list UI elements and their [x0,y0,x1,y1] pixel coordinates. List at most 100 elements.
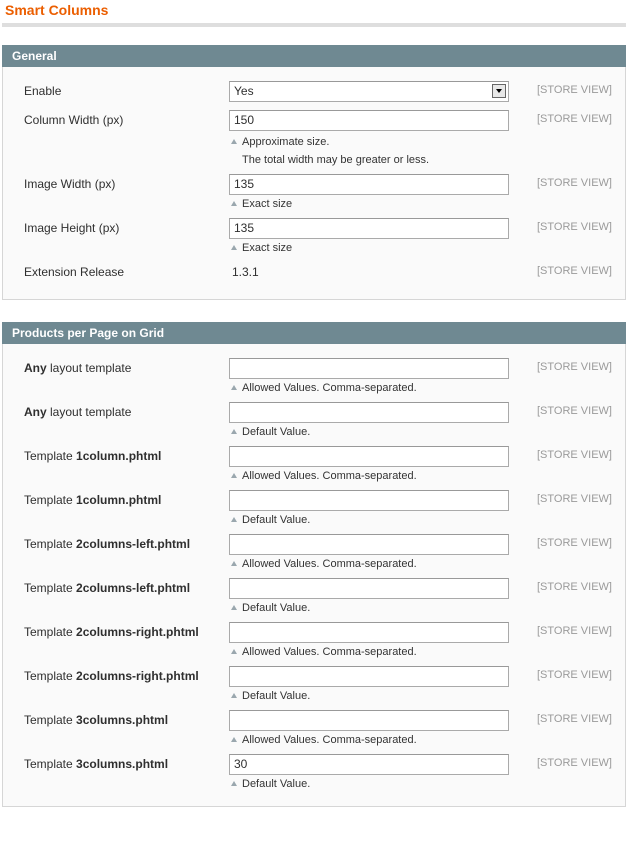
image-width-input[interactable]: 135 [229,174,509,195]
grid-row-label: Template 2columns-right.phtml [24,669,199,683]
release-value: 1.3.1 [232,265,259,279]
label-template: 3columns.phtml [76,713,169,727]
scope-label: [STORE VIEW] [537,84,612,96]
grid-row-label: Template 2columns-left.phtml [24,581,190,595]
label-prefix: Template [24,493,77,507]
enable-select[interactable]: Yes [229,81,509,102]
grid-row-input[interactable] [229,490,509,511]
grid-row-note: Default Value. [229,511,509,529]
grid-row: Template 1column.phtml Allowed Values. C… [3,446,625,485]
label-prefix: Template [24,757,77,771]
image-width-note: Exact size [229,195,509,213]
label-template: 2columns-right.phtml [76,625,199,639]
scope-label: [STORE VIEW] [537,361,612,373]
enable-row: Enable Yes [STORE VIEW] [3,81,625,110]
enable-label: Enable [24,84,62,98]
column-width-row: Column Width (px) 150 Approximate size. … [3,110,625,169]
grid-row-note: Allowed Values. Comma-separated. [229,555,509,573]
grid-row: Template 2columns-left.phtml Allowed Val… [3,534,625,573]
image-width-label: Image Width (px) [24,177,116,191]
scope-label: [STORE VIEW] [537,537,612,549]
scope-label: [STORE VIEW] [537,757,612,769]
scope-label: [STORE VIEW] [537,625,612,637]
column-width-note-2: The total width may be greater or less. [242,154,430,166]
grid-row-label: Template 2columns-right.phtml [24,625,199,639]
label-suffix: layout template [46,361,132,375]
label-prefix: Template [24,713,77,727]
label-template: 1column.phtml [76,493,162,507]
scope-label: [STORE VIEW] [537,221,612,233]
title-divider [2,23,626,27]
grid-row-note: Allowed Values. Comma-separated. [229,467,509,485]
grid-row-note: Default Value. [229,423,509,441]
grid-row-input[interactable] [229,666,509,687]
grid-row-label: Template 1column.phtml [24,493,161,507]
label-template: 1column.phtml [76,449,162,463]
enable-value: Yes [234,84,254,98]
label-suffix: layout template [46,405,132,419]
image-height-label: Image Height (px) [24,221,120,235]
label-template: Any [24,361,47,375]
image-height-row: Image Height (px) 135 Exact size [STORE … [3,218,625,257]
grid-section-header[interactable]: Products per Page on Grid [2,322,626,344]
grid-row: Template 2columns-right.phtml Allowed Va… [3,622,625,661]
scope-label: [STORE VIEW] [537,405,612,417]
image-width-row: Image Width (px) 135 Exact size [STORE V… [3,174,625,213]
general-section-header[interactable]: General [2,45,626,67]
grid-section: Products per Page on Grid Any layout tem… [2,322,626,807]
scope-label: [STORE VIEW] [537,713,612,725]
grid-row-note: Default Value. [229,599,509,617]
grid-row-label: Template 1column.phtml [24,449,161,463]
label-prefix: Template [24,669,77,683]
grid-row: Template 3columns.phtml Allowed Values. … [3,710,625,749]
label-template: 2columns-right.phtml [76,669,199,683]
grid-row-input[interactable] [229,534,509,555]
grid-row: Any layout template Default Value. [STOR… [3,402,625,441]
grid-row-label: Any layout template [24,361,131,375]
grid-row: Template 2columns-left.phtml Default Val… [3,578,625,617]
grid-row-input[interactable]: 30 [229,754,509,775]
grid-row-input[interactable] [229,578,509,599]
label-prefix: Template [24,581,77,595]
scope-label: [STORE VIEW] [537,265,612,277]
grid-row-note: Default Value. [229,687,509,705]
release-label: Extension Release [24,265,125,279]
image-height-note: Exact size [229,239,509,257]
label-prefix: Template [24,625,77,639]
label-template: 2columns-left.phtml [76,581,191,595]
scope-label: [STORE VIEW] [537,113,612,125]
label-template: Any [24,405,47,419]
scope-label: [STORE VIEW] [537,493,612,505]
release-row: Extension Release 1.3.1 [STORE VIEW] [3,262,625,291]
grid-row: Template 1column.phtml Default Value. [S… [3,490,625,529]
grid-row: Template 3columns.phtml 30 Default Value… [3,754,625,793]
general-section: General Enable Yes [STORE VIEW] Column W… [2,45,626,300]
grid-row: Template 2columns-right.phtml Default Va… [3,666,625,705]
grid-row-note: Allowed Values. Comma-separated. [229,379,509,397]
grid-row-input[interactable] [229,358,509,379]
grid-row: Any layout template Allowed Values. Comm… [3,358,625,397]
grid-row-label: Template 3columns.phtml [24,757,168,771]
scope-label: [STORE VIEW] [537,581,612,593]
scope-label: [STORE VIEW] [537,669,612,681]
column-width-input[interactable]: 150 [229,110,509,131]
page-title: Smart Columns [5,2,109,18]
grid-row-input[interactable] [229,446,509,467]
scope-label: [STORE VIEW] [537,449,612,461]
grid-row-label: Template 3columns.phtml [24,713,168,727]
column-width-note: Approximate size. [229,133,509,151]
grid-row-input[interactable] [229,402,509,423]
label-template: 3columns.phtml [76,757,169,771]
grid-row-label: Any layout template [24,405,131,419]
grid-row-note: Allowed Values. Comma-separated. [229,731,509,749]
chevron-down-icon[interactable] [492,84,506,98]
label-prefix: Template [24,537,77,551]
grid-row-input[interactable] [229,622,509,643]
image-height-input[interactable]: 135 [229,218,509,239]
grid-row-input[interactable] [229,710,509,731]
label-prefix: Template [24,449,77,463]
grid-row-note: Allowed Values. Comma-separated. [229,643,509,661]
label-template: 2columns-left.phtml [76,537,191,551]
column-width-label: Column Width (px) [24,113,124,127]
grid-row-note: Default Value. [229,775,509,793]
